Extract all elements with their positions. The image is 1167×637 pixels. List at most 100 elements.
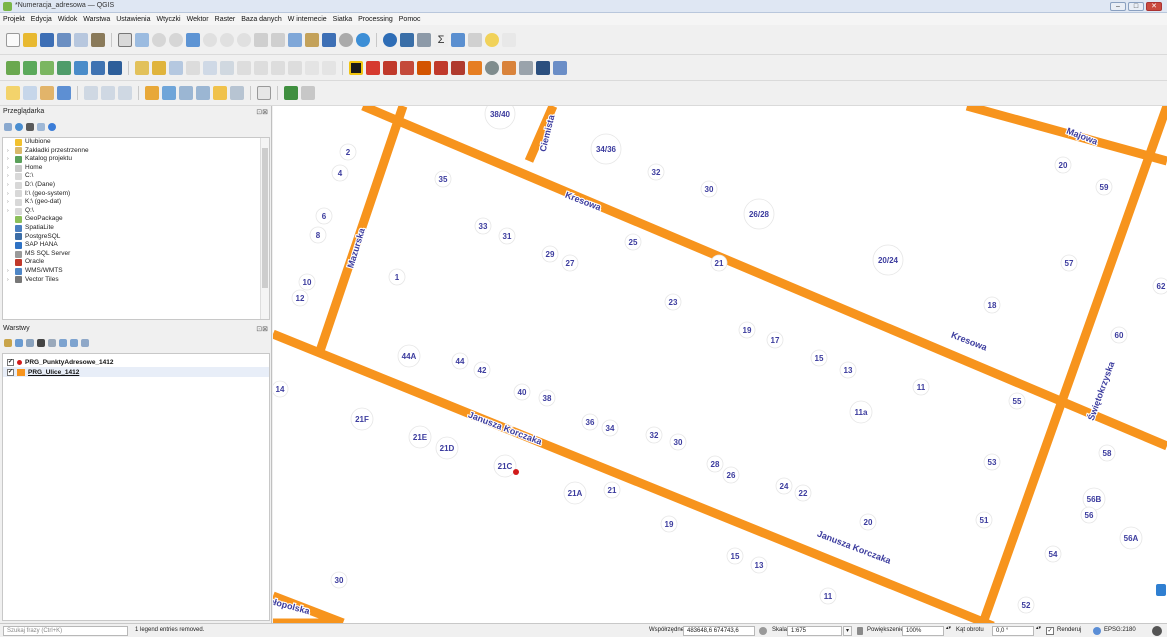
address-point-label[interactable]: 35: [439, 175, 448, 184]
bookmark-icon[interactable]: [305, 32, 319, 47]
messages-icon[interactable]: [1152, 626, 1162, 636]
address-point-label[interactable]: 30: [335, 576, 344, 585]
browser-scrollbar[interactable]: [260, 138, 269, 319]
browser-item[interactable]: MS SQL Server: [3, 250, 269, 259]
edit-pencil-icon[interactable]: [152, 60, 166, 75]
expand-all-icon[interactable]: [59, 339, 67, 347]
statistics-sigma-icon[interactable]: Σ: [434, 32, 448, 47]
layer-item-punkty-adresowe[interactable]: ✓ PRG_PunktyAdresowe_1412: [3, 357, 269, 367]
modify-attributes-icon[interactable]: [220, 60, 234, 75]
browser-item[interactable]: › K:\ (geo-dat): [3, 198, 269, 207]
text-field-icon[interactable]: [257, 86, 271, 100]
open-project-icon[interactable]: [23, 32, 37, 47]
menu-processing[interactable]: Processing: [358, 16, 393, 23]
address-point-label[interactable]: 62: [1157, 282, 1166, 291]
expand-arrow-icon[interactable]: ›: [7, 190, 12, 199]
menu-wtyczki[interactable]: Wtyczki: [156, 16, 180, 23]
plugin-b-icon[interactable]: [519, 60, 533, 75]
address-point-label[interactable]: 17: [771, 336, 780, 345]
address-point-label[interactable]: 44A: [402, 352, 417, 361]
layer-visibility-checkbox[interactable]: ✓: [7, 368, 14, 376]
data-source-manager-icon[interactable]: [6, 60, 20, 75]
browser-item[interactable]: › D:\ (Dane): [3, 181, 269, 190]
address-point-label[interactable]: 11: [917, 383, 926, 392]
address-point-label[interactable]: 34: [606, 424, 615, 433]
zoom-out-icon[interactable]: [169, 32, 183, 47]
scale-dropdown-icon[interactable]: ▾: [843, 626, 852, 636]
collapse-all-icon[interactable]: [37, 123, 45, 131]
browser-item[interactable]: SpatiaLite: [3, 224, 269, 233]
properties-info-icon[interactable]: [48, 123, 56, 131]
new-project-icon[interactable]: [6, 32, 20, 47]
address-point-label[interactable]: 30: [705, 185, 714, 194]
browser-item[interactable]: Ulubione: [3, 138, 269, 147]
address-point-label[interactable]: 19: [743, 326, 752, 335]
address-point-label[interactable]: 57: [1065, 259, 1074, 268]
select-by-expression-icon[interactable]: [40, 86, 54, 100]
address-point-label[interactable]: 8: [316, 231, 321, 240]
add-postgis-icon[interactable]: [108, 60, 122, 75]
browser-item[interactable]: GeoPackage: [3, 215, 269, 224]
refresh-browser-icon[interactable]: [15, 123, 23, 131]
rotate-label-icon[interactable]: [434, 60, 448, 75]
address-point-label[interactable]: 36: [586, 418, 595, 427]
annotation-icon[interactable]: [468, 32, 482, 47]
browser-item[interactable]: › Home: [3, 164, 269, 173]
menu-edycja[interactable]: Edycja: [31, 16, 52, 23]
address-point-label[interactable]: 27: [566, 259, 575, 268]
address-point-label[interactable]: 42: [478, 366, 487, 375]
diagram-icon[interactable]: [485, 60, 499, 75]
browser-item[interactable]: › Zakładki przestrzenne: [3, 147, 269, 156]
history-icon[interactable]: [301, 86, 315, 100]
layer-visibility-checkbox[interactable]: ✓: [7, 358, 14, 366]
address-point-label[interactable]: 21: [715, 259, 724, 268]
select-by-value-icon[interactable]: [23, 86, 37, 100]
pin-labels-icon[interactable]: [366, 60, 380, 75]
identify-icon[interactable]: [383, 32, 397, 47]
temporal-icon[interactable]: [339, 32, 353, 47]
address-point-label[interactable]: 11: [824, 592, 833, 601]
expand-arrow-icon[interactable]: ›: [7, 172, 12, 181]
pan-to-selection-icon[interactable]: [135, 32, 149, 47]
add-mesh-layer-icon[interactable]: [57, 60, 71, 75]
filter-by-map-icon[interactable]: [48, 339, 56, 347]
address-point-label[interactable]: 34/36: [596, 145, 617, 154]
panel-float-close-controls[interactable]: ⊡⊠: [256, 108, 268, 116]
address-point-label[interactable]: 53: [988, 458, 997, 467]
address-point-label[interactable]: 29: [546, 250, 555, 259]
zoom-in-icon[interactable]: [152, 32, 166, 47]
menu-projekt[interactable]: Projekt: [3, 16, 25, 23]
crs-globe-icon[interactable]: [1093, 627, 1101, 635]
address-point-label[interactable]: 25: [629, 238, 638, 247]
address-point-label[interactable]: 24: [780, 482, 789, 491]
expand-arrow-icon[interactable]: ›: [7, 164, 12, 173]
address-point-label[interactable]: 20/24: [878, 256, 899, 265]
browser-item[interactable]: Oracle: [3, 258, 269, 267]
label-star-icon[interactable]: [213, 86, 227, 100]
save-project-icon[interactable]: [40, 32, 54, 47]
layout-manager-icon[interactable]: [91, 32, 105, 47]
address-point-label[interactable]: 32: [650, 431, 659, 440]
maximize-button[interactable]: □: [1128, 2, 1144, 11]
address-point-label[interactable]: 15: [731, 552, 740, 561]
zoom-next-icon[interactable]: [271, 32, 285, 47]
menu-widok[interactable]: Widok: [58, 16, 77, 23]
address-point-label[interactable]: 60: [1115, 331, 1124, 340]
select-features-icon[interactable]: [6, 86, 20, 100]
address-point-label[interactable]: 20: [864, 518, 873, 527]
show-bookmarks-icon[interactable]: [322, 32, 336, 47]
map-canvas[interactable]: 38/40 34/36 32 30 26/28 20 59 2 4 35 6 8 33 31 25 29 27 2…: [273, 106, 1167, 623]
browser-item[interactable]: › Katalog projektu: [3, 155, 269, 164]
open-attribute-form-icon[interactable]: [101, 86, 115, 100]
zoom-selection-icon[interactable]: [203, 32, 217, 47]
address-point-label[interactable]: 38: [543, 394, 552, 403]
locator-search-input[interactable]: Szukaj frazy (Ctrl+K): [3, 626, 128, 636]
address-point-label[interactable]: 51: [980, 516, 989, 525]
rotation-spin-icon[interactable]: ▴▾: [1035, 626, 1042, 636]
show-hide-labels-icon[interactable]: [400, 60, 414, 75]
menu-warstwa[interactable]: Warstwa: [83, 16, 110, 23]
expand-arrow-icon[interactable]: ›: [7, 267, 12, 276]
measure-icon[interactable]: [451, 32, 465, 47]
statistics-icon[interactable]: [118, 86, 132, 100]
address-point-label[interactable]: 31: [503, 232, 512, 241]
